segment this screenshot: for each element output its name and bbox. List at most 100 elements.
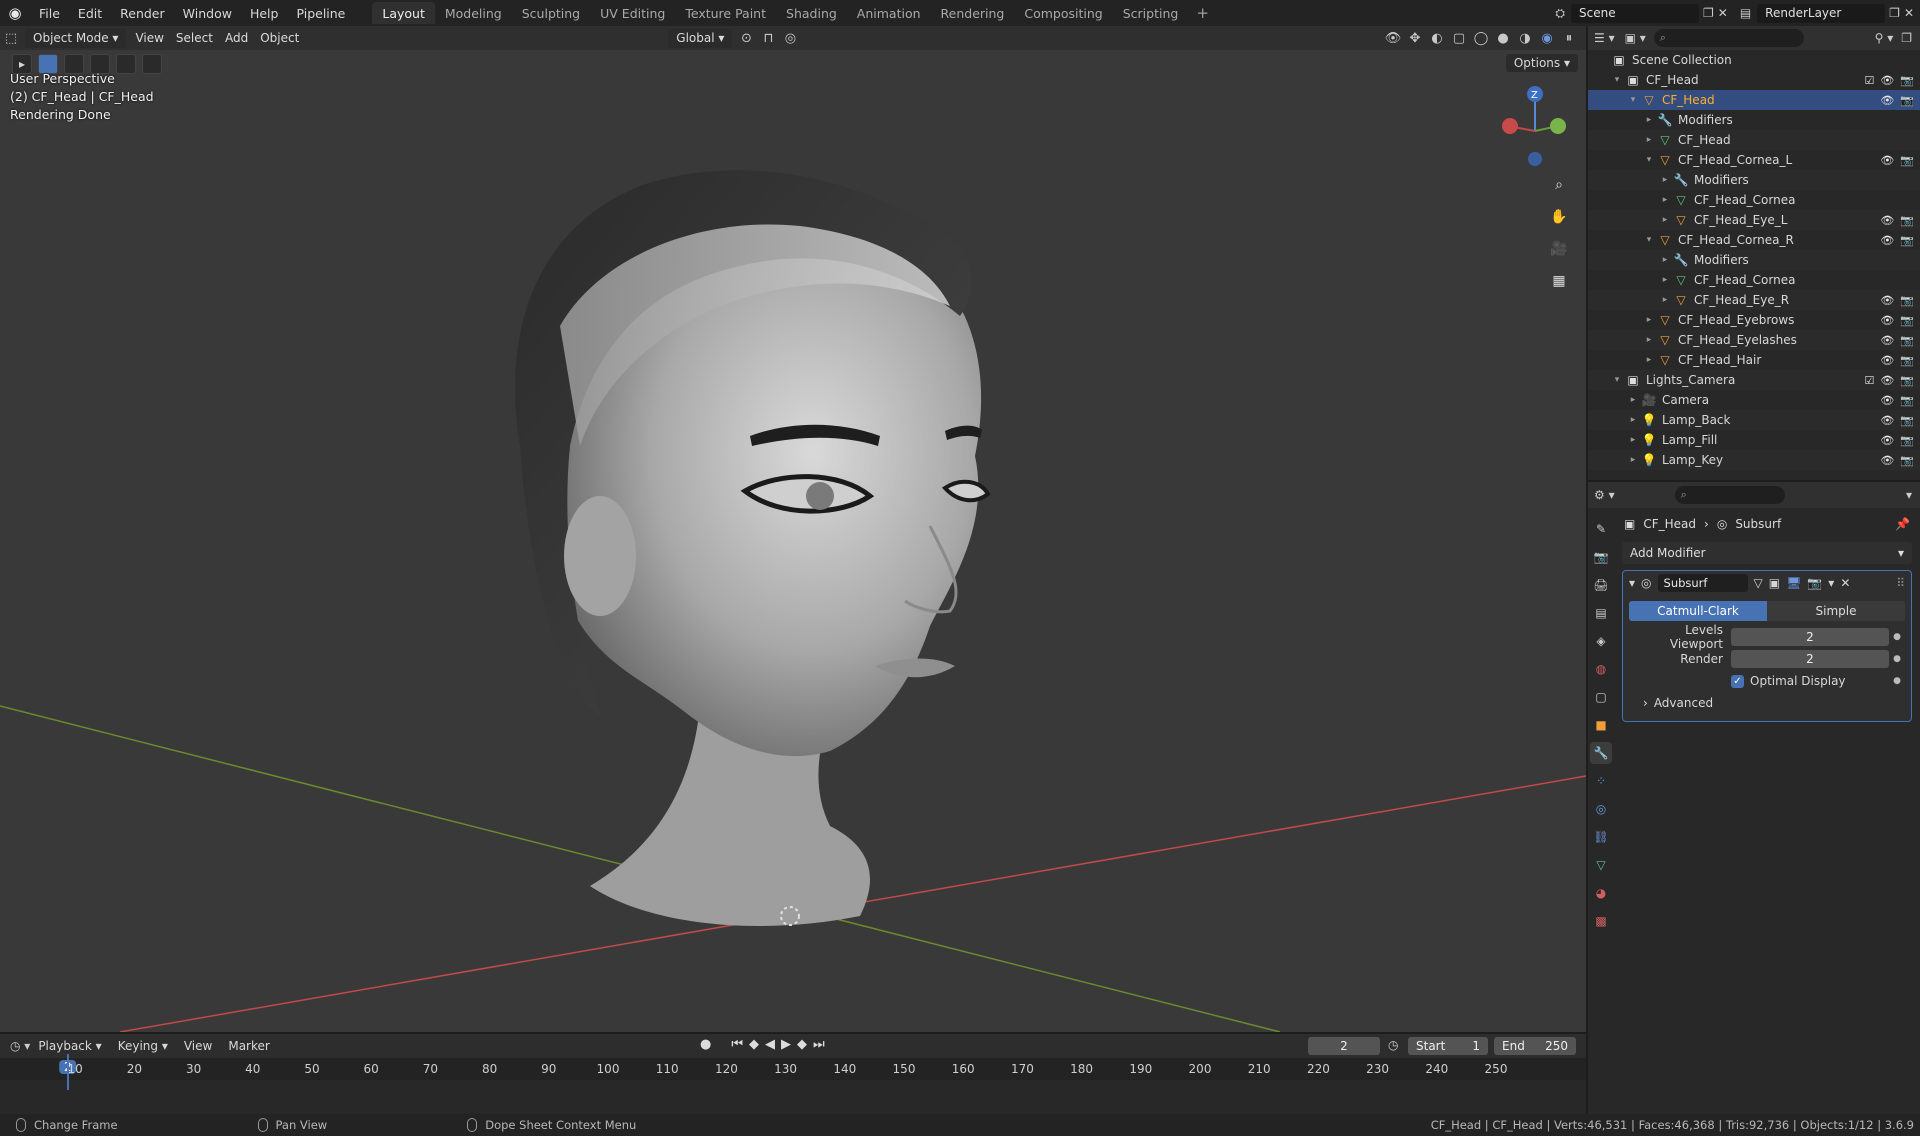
outliner-item[interactable]: ▾ ▽ CF_Head_Cornea_L 👁 📷 <box>1588 150 1920 170</box>
menu-pipeline[interactable]: Pipeline <box>287 0 354 26</box>
menu-playback[interactable]: Playback ▾ <box>30 1039 109 1053</box>
eye-icon[interactable]: 👁 <box>1880 394 1894 407</box>
tab-sculpting[interactable]: Sculpting <box>512 2 590 24</box>
outliner-item[interactable]: ▸ ▽ CF_Head <box>1588 130 1920 150</box>
options-dropdown[interactable]: Options ▾ <box>1505 54 1578 72</box>
start-frame-field[interactable]: Start 1 <box>1408 1037 1488 1055</box>
expand-arrow-icon[interactable]: ▸ <box>1658 275 1672 285</box>
visibility-icon[interactable]: 👁 <box>1382 28 1404 48</box>
eye-icon[interactable]: 👁 <box>1880 434 1894 447</box>
eye-icon[interactable]: 👁 <box>1880 74 1894 87</box>
outliner-editor-icon[interactable]: ☰ ▾ <box>1594 31 1615 45</box>
simple-button[interactable]: Simple <box>1767 601 1905 621</box>
render-camera-icon[interactable]: 📷 <box>1900 234 1914 247</box>
expand-arrow-icon[interactable]: ▾ <box>1626 95 1640 105</box>
tab-modeling[interactable]: Modeling <box>435 2 512 24</box>
menu-add[interactable]: Add <box>219 29 254 48</box>
expand-arrow-icon[interactable]: ▸ <box>1642 355 1656 365</box>
expand-arrow-icon[interactable]: ▸ <box>1626 415 1640 425</box>
overlays-icon[interactable]: ◐ <box>1426 28 1448 48</box>
expand-arrow-icon[interactable]: ▸ <box>1642 335 1656 345</box>
delete-view-layer-icon[interactable]: ✕ <box>1904 6 1914 20</box>
outliner-item[interactable]: ▸ 💡 Lamp_Key 👁 📷 <box>1588 450 1920 470</box>
edit-mode-toggle-icon[interactable]: ▽ <box>1754 576 1763 590</box>
play-icon[interactable]: ▶ <box>781 1037 791 1052</box>
camera-view-icon[interactable]: 🎥 <box>1546 236 1572 262</box>
render-camera-icon[interactable]: 📷 <box>1900 294 1914 307</box>
eye-icon[interactable]: 👁 <box>1880 94 1894 107</box>
properties-editor-icon[interactable]: ⚙ ▾ <box>1594 488 1615 502</box>
outliner-item[interactable]: ▸ ▽ CF_Head_Eye_L 👁 📷 <box>1588 210 1920 230</box>
tab-texture-paint[interactable]: Texture Paint <box>675 2 776 24</box>
pivot-icon[interactable]: ⊙ <box>735 28 757 48</box>
menu-edit[interactable]: Edit <box>69 0 111 26</box>
eye-icon[interactable]: 👁 <box>1880 234 1894 247</box>
delete-scene-icon[interactable]: ✕ <box>1718 6 1728 20</box>
stopwatch-icon[interactable]: ◷ <box>1388 1038 1398 1052</box>
tab-animation[interactable]: Animation <box>847 2 931 24</box>
expand-arrow-icon[interactable]: ▸ <box>1658 195 1672 205</box>
scene-field[interactable]: Scene <box>1571 3 1699 23</box>
expand-arrow-icon[interactable]: ▸ <box>1658 175 1672 185</box>
mode-dropdown[interactable]: Object Mode ▾ <box>25 28 127 48</box>
snap-icon[interactable]: ⊓ <box>757 28 779 48</box>
eye-icon[interactable]: 👁 <box>1880 294 1894 307</box>
render-camera-icon[interactable]: 📷 <box>1900 414 1914 427</box>
outliner-item[interactable]: ▸ 🔧 Modifiers <box>1588 170 1920 190</box>
view-layer-field[interactable]: RenderLayer <box>1757 3 1886 23</box>
timeline-editor-icon[interactable]: ◷ ▾ <box>10 1039 30 1053</box>
chevron-down-icon[interactable]: ▾ <box>1906 488 1912 502</box>
tab-uv-editing[interactable]: UV Editing <box>590 2 675 24</box>
menu-marker[interactable]: Marker <box>220 1039 277 1053</box>
gizmo-toggle-icon[interactable]: ✥ <box>1404 28 1426 48</box>
menu-render[interactable]: Render <box>111 0 174 26</box>
outliner-item[interactable]: ▸ 💡 Lamp_Back 👁 📷 <box>1588 410 1920 430</box>
cage-toggle-icon[interactable]: ▣ <box>1769 576 1780 590</box>
expand-arrow-icon[interactable]: ▸ <box>1626 435 1640 445</box>
properties-search-input[interactable]: ⌕ <box>1674 486 1785 504</box>
new-scene-icon[interactable]: ❐ <box>1703 6 1714 20</box>
record-icon[interactable]: ● <box>700 1037 711 1052</box>
tab-shading[interactable]: Shading <box>776 2 847 24</box>
eye-icon[interactable]: 👁 <box>1880 374 1894 387</box>
material-shading-icon[interactable]: ◑ <box>1514 28 1536 48</box>
render-camera-icon[interactable]: 📷 <box>1900 314 1914 327</box>
render-tab-icon[interactable]: 📷 <box>1590 546 1612 568</box>
outliner-item[interactable]: ▾ ▽ CF_Head 👁 📷 <box>1588 90 1920 110</box>
material-tab-icon[interactable]: ◕ <box>1590 882 1612 904</box>
jump-start-icon[interactable]: ⏮ <box>731 1037 743 1052</box>
expand-arrow-icon[interactable]: ▾ <box>1610 375 1624 385</box>
new-collection-icon[interactable]: ❐ <box>1901 31 1912 45</box>
render-camera-icon[interactable]: 📷 <box>1900 74 1914 87</box>
output-tab-icon[interactable]: 🖨 <box>1590 574 1612 596</box>
modifier-tab-icon[interactable]: 🔧 <box>1590 742 1612 764</box>
particles-tab-icon[interactable]: ⁘ <box>1590 770 1612 792</box>
outliner-item[interactable]: ▸ ▽ CF_Head_Hair 👁 📷 <box>1588 350 1920 370</box>
eye-icon[interactable]: 👁 <box>1880 334 1894 347</box>
expand-arrow-icon[interactable]: ▸ <box>1658 295 1672 305</box>
menu-help[interactable]: Help <box>241 0 288 26</box>
outliner-root[interactable]: ▣ Scene Collection <box>1588 50 1920 70</box>
outliner-item[interactable]: ▸ 🎥 Camera 👁 📷 <box>1588 390 1920 410</box>
levels-viewport-field[interactable]: 2 <box>1731 628 1889 646</box>
exclude-checkbox-icon[interactable]: ☑ <box>1864 74 1874 87</box>
outliner-item[interactable]: ▸ 🔧 Modifiers <box>1588 110 1920 130</box>
eye-icon[interactable]: 👁 <box>1880 154 1894 167</box>
render-camera-icon[interactable]: 📷 <box>1900 334 1914 347</box>
scene-tab-icon[interactable]: ◈ <box>1590 630 1612 652</box>
physics-tab-icon[interactable]: ◎ <box>1590 798 1612 820</box>
xray-icon[interactable]: ▢ <box>1448 28 1470 48</box>
outliner-item[interactable]: ▸ ▽ CF_Head_Cornea <box>1588 190 1920 210</box>
orientation-dropdown[interactable]: Global ▾ <box>668 28 733 48</box>
expand-arrow-icon[interactable]: ▾ <box>1610 75 1624 85</box>
outliner-item[interactable]: ▸ ▽ CF_Head_Eyebrows 👁 📷 <box>1588 310 1920 330</box>
wireframe-shading-icon[interactable]: ◯ <box>1470 28 1492 48</box>
add-modifier-button[interactable]: Add Modifier ▾ <box>1622 542 1912 564</box>
expand-arrow-icon[interactable]: ▸ <box>1642 135 1656 145</box>
viewport-toggle-icon[interactable]: 🖥 <box>1786 576 1801 590</box>
eye-icon[interactable]: 👁 <box>1880 354 1894 367</box>
eye-icon[interactable]: 👁 <box>1880 214 1894 227</box>
data-tab-icon[interactable]: ▽ <box>1590 854 1612 876</box>
outliner-item[interactable]: ▾ ▣ CF_Head ☑ 👁 📷 <box>1588 70 1920 90</box>
outliner-item[interactable]: ▸ ▽ CF_Head_Cornea <box>1588 270 1920 290</box>
